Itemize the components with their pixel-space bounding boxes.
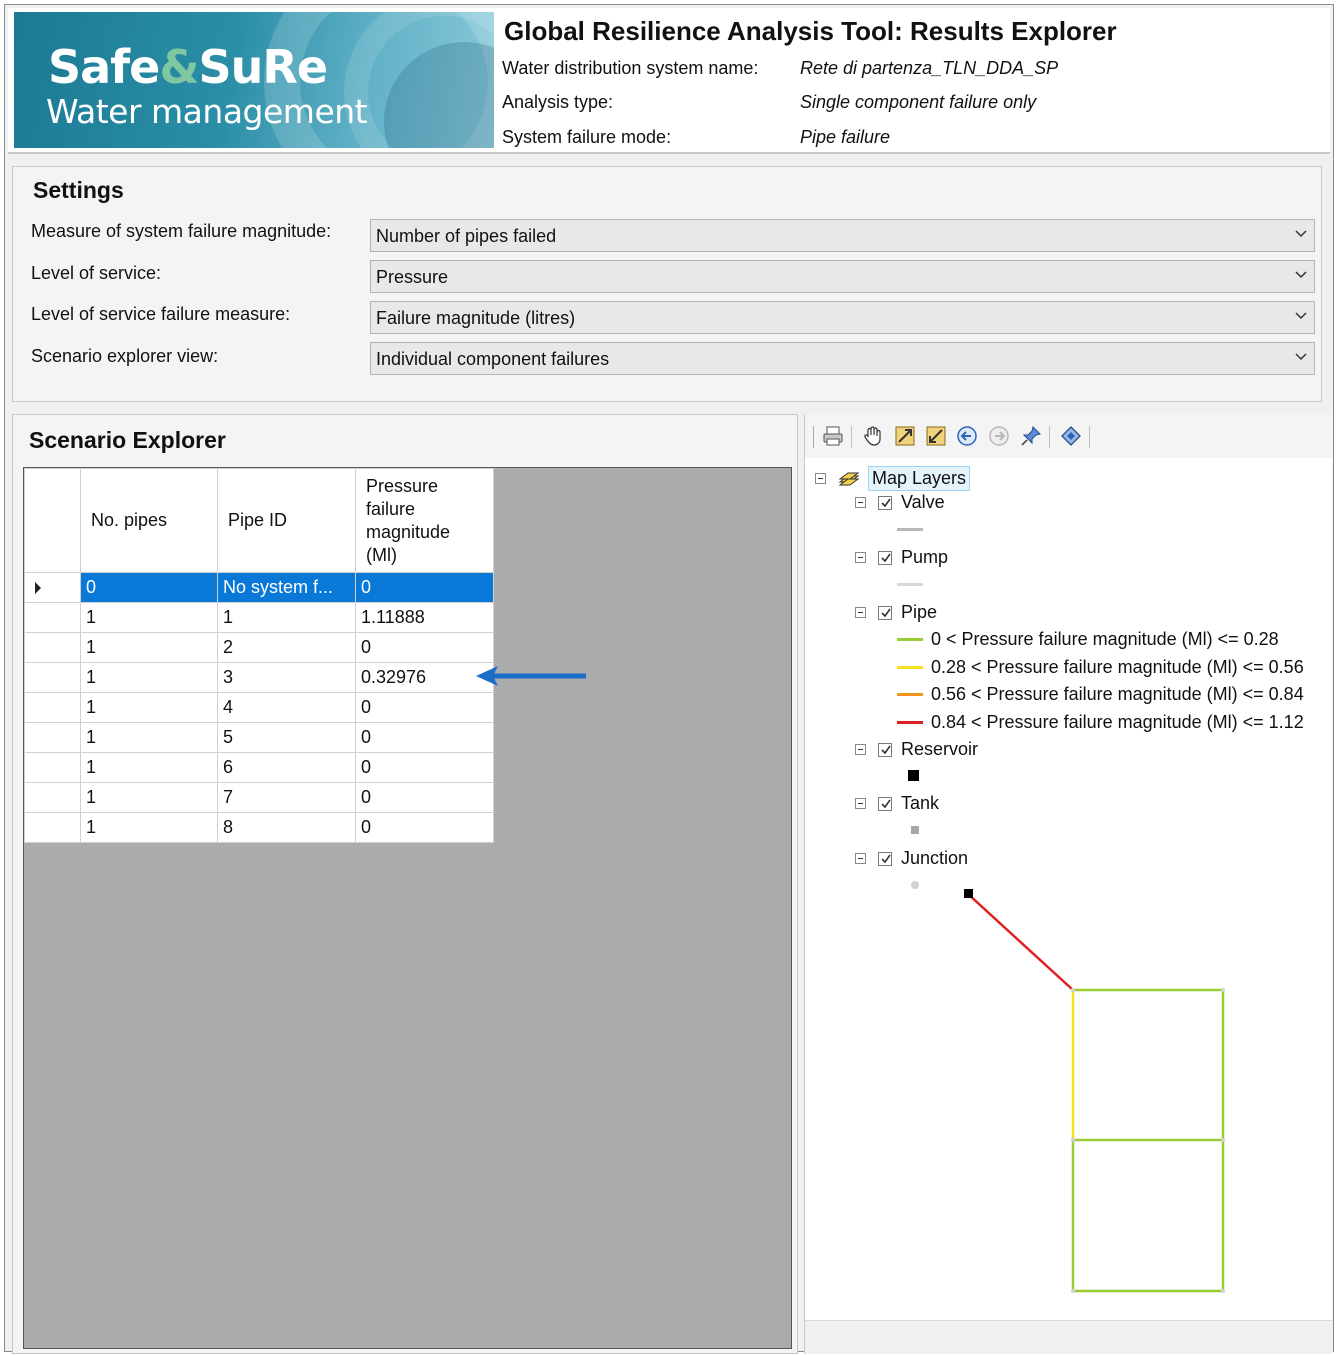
scenario-explorer-title: Scenario Explorer: [29, 427, 226, 453]
cell-pipe-id[interactable]: 6: [217, 752, 356, 783]
cell-no-pipes[interactable]: 1: [80, 602, 218, 633]
junction-node[interactable]: [1071, 1138, 1075, 1142]
cell-no-pipes[interactable]: 1: [80, 782, 218, 813]
row-header[interactable]: [24, 662, 81, 693]
row-header[interactable]: [24, 572, 81, 603]
scenario-explorer-panel: Scenario Explorer No. pipes Pipe ID Pres…: [12, 414, 798, 1354]
cell-pressure-failure[interactable]: 0: [355, 782, 494, 813]
annotation-arrow-icon: [476, 666, 586, 686]
table-row[interactable]: 170: [24, 782, 494, 813]
dropdown-value: Number of pipes failed: [376, 226, 557, 246]
row-header[interactable]: [24, 632, 81, 663]
column-header-pipe-id[interactable]: Pipe ID: [217, 468, 356, 573]
cell-no-pipes[interactable]: 1: [80, 692, 218, 723]
cell-pressure-failure[interactable]: 0: [355, 632, 494, 663]
column-header-no-pipes[interactable]: No. pipes: [80, 468, 218, 573]
cell-no-pipes[interactable]: 1: [80, 722, 218, 753]
chevron-down-icon: [1295, 312, 1307, 320]
table-row[interactable]: 180: [24, 812, 494, 843]
scenario-grid[interactable]: No. pipes Pipe ID Pressure failure magni…: [23, 467, 792, 1349]
service-failure-measure-dropdown[interactable]: Failure magnitude (litres): [370, 301, 1315, 334]
system-name-label: Water distribution system name:: [502, 58, 759, 78]
cell-pipe-id[interactable]: 8: [217, 812, 356, 843]
analysis-type-label: Analysis type:: [502, 92, 614, 112]
logo-title: Safe&SuRe: [48, 40, 328, 94]
header: Safe&SuRe Water management Global Resili…: [8, 8, 1330, 154]
dropdown-value: Failure magnitude (litres): [376, 308, 576, 328]
cell-no-pipes[interactable]: 0: [80, 572, 218, 603]
row-header[interactable]: [24, 782, 81, 813]
cell-no-pipes[interactable]: 1: [80, 752, 218, 783]
junction-node[interactable]: [1221, 1289, 1225, 1293]
reservoir-node[interactable]: [964, 889, 973, 898]
chevron-down-icon: [1295, 230, 1307, 238]
cell-pipe-id[interactable]: 7: [217, 782, 356, 813]
junction-node[interactable]: [1071, 988, 1075, 992]
cell-pipe-id[interactable]: 3: [217, 662, 356, 693]
cell-pressure-failure[interactable]: 0: [355, 692, 494, 723]
row-header[interactable]: [24, 812, 81, 843]
network-map[interactable]: [805, 414, 1333, 1314]
row-header[interactable]: [24, 692, 81, 723]
junction-node[interactable]: [1071, 1289, 1075, 1293]
row-header[interactable]: [24, 602, 81, 633]
app-title: Global Resilience Analysis Tool: Results…: [504, 16, 1117, 46]
system-name-value: Rete di partenza_TLN_DDA_SP: [800, 58, 1059, 78]
dropdown-value: Pressure: [376, 267, 449, 287]
cell-no-pipes[interactable]: 1: [80, 662, 218, 693]
cell-pressure-failure[interactable]: 1.11888: [355, 602, 494, 633]
row-header[interactable]: [24, 752, 81, 783]
failure-mode-label: System failure mode:: [502, 127, 672, 147]
dropdown-value: Individual component failures: [376, 349, 610, 369]
cell-pipe-id[interactable]: 1: [217, 602, 356, 633]
cell-no-pipes[interactable]: 1: [80, 812, 218, 843]
row-header-corner: [24, 468, 81, 573]
cell-pipe-id[interactable]: 5: [217, 722, 356, 753]
junction-node[interactable]: [1221, 1138, 1225, 1142]
table-row[interactable]: 160: [24, 752, 494, 783]
failure-magnitude-measure-dropdown[interactable]: Number of pipes failed: [370, 219, 1315, 252]
level-of-service-dropdown[interactable]: Pressure: [370, 260, 1315, 293]
map-status-bar: [805, 1320, 1333, 1354]
table-row[interactable]: 0 No system f... 0: [24, 572, 494, 603]
row-header[interactable]: [24, 722, 81, 753]
service-failure-measure-label: Level of service failure measure:: [31, 304, 291, 324]
cell-pressure-failure[interactable]: 0: [355, 812, 494, 843]
failure-magnitude-measure-label: Measure of system failure magnitude:: [31, 221, 332, 241]
logo-subtitle: Water management: [46, 92, 368, 131]
pipe-1[interactable]: [967, 893, 1074, 991]
cell-pressure-failure[interactable]: 0.32976: [355, 662, 494, 693]
map-panel: Map Layers Valve Pump Pipe 0 < Pressure …: [804, 414, 1333, 1354]
current-row-icon: [35, 581, 41, 594]
table-row[interactable]: 120: [24, 632, 494, 663]
scenario-view-label: Scenario explorer view:: [31, 346, 219, 366]
junction-node[interactable]: [1221, 988, 1225, 992]
cell-pipe-id[interactable]: 4: [217, 692, 356, 723]
table-row[interactable]: 150: [24, 722, 494, 753]
analysis-type-value: Single component failure only: [800, 92, 1037, 112]
table-header-row: No. pipes Pipe ID Pressure failure magni…: [24, 468, 494, 573]
chevron-down-icon: [1295, 353, 1307, 361]
level-of-service-label: Level of service:: [31, 263, 162, 283]
settings-panel: Settings Measure of system failure magni…: [12, 166, 1322, 402]
chevron-down-icon: [1295, 271, 1307, 279]
column-header-pressure-failure[interactable]: Pressure failure magnitude (Ml): [355, 468, 494, 573]
failure-mode-value: Pipe failure: [800, 127, 891, 147]
scenario-table: No. pipes Pipe ID Pressure failure magni…: [24, 468, 494, 843]
cell-pipe-id[interactable]: 2: [217, 632, 356, 663]
cell-pipe-id[interactable]: No system f...: [217, 572, 356, 603]
table-row[interactable]: 1 1 1.11888: [24, 602, 494, 633]
table-row[interactable]: 140: [24, 692, 494, 723]
settings-title: Settings: [33, 177, 124, 203]
cell-pressure-failure[interactable]: 0: [355, 752, 494, 783]
cell-pressure-failure[interactable]: 0: [355, 572, 494, 603]
cell-no-pipes[interactable]: 1: [80, 632, 218, 663]
scenario-view-dropdown[interactable]: Individual component failures: [370, 342, 1315, 375]
safe-sure-logo: Safe&SuRe Water management: [14, 12, 494, 148]
cell-pressure-failure[interactable]: 0: [355, 722, 494, 753]
table-row[interactable]: 1 3 0.32976: [24, 662, 494, 693]
